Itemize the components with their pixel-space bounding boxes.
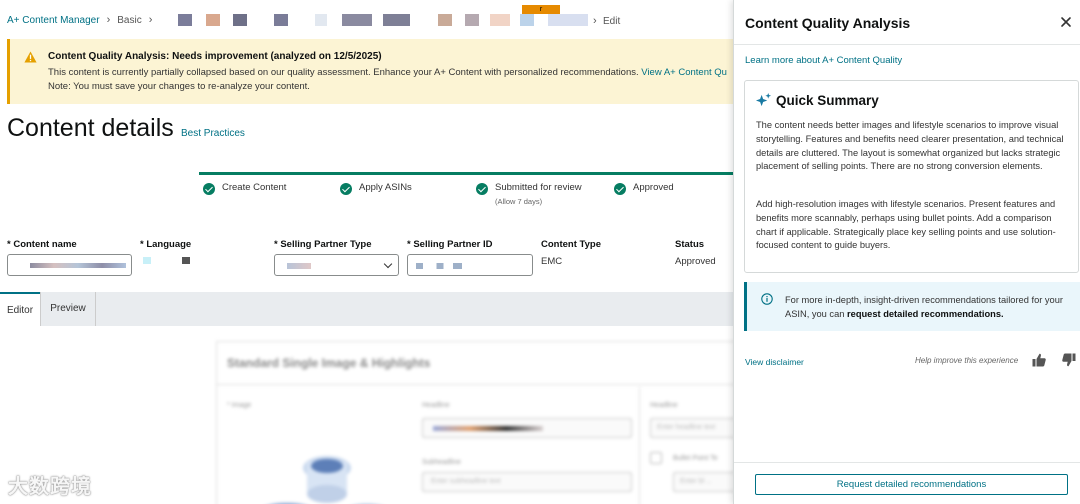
chevron-right-icon: › <box>106 14 111 26</box>
page-title: Content details <box>7 114 174 142</box>
image-label: * Image <box>227 402 252 409</box>
chevron-right-icon: › <box>148 14 153 26</box>
step-text: Submitted for review (Allow 7 days) <box>495 182 582 206</box>
check-circle-icon <box>340 183 352 195</box>
status-label: Status <box>675 239 705 250</box>
headline-input[interactable] <box>422 418 632 438</box>
banner-description: This content is currently partially coll… <box>48 67 639 78</box>
partner-type-select[interactable] <box>274 254 399 276</box>
headline-2-input[interactable]: Enter headline text <box>650 418 740 438</box>
info-text: For more in-depth, insight-driven recomm… <box>785 293 1075 321</box>
info-text-emphasis: request detailed recommendations. <box>847 309 1004 319</box>
content-name-input[interactable] <box>7 254 132 276</box>
view-disclaimer-link[interactable]: View disclaimer <box>745 357 804 367</box>
module-column-divider <box>639 387 640 504</box>
tab-preview[interactable]: Preview <box>40 292 96 326</box>
step-approved: Approved <box>614 182 674 195</box>
best-practices-link[interactable]: Best Practices <box>181 128 245 139</box>
subheadline-input[interactable]: Enter subheadline text <box>422 472 632 492</box>
step-create-content: Create Content <box>203 182 286 195</box>
breadcrumb-root-link[interactable]: A+ Content Manager <box>7 15 100 26</box>
learn-more-link[interactable]: Learn more about A+ Content Quality <box>745 55 902 66</box>
bullet-checkbox[interactable] <box>650 452 662 464</box>
partner-id-label: * Selling Partner ID <box>407 239 493 250</box>
headline-label: Headline <box>422 402 450 409</box>
progress-bar <box>199 172 733 175</box>
quick-summary-card: Quick Summary The content needs better i… <box>744 80 1079 273</box>
help-improve-text: Help improve this experience <box>915 356 1019 365</box>
summary-paragraph-2: Add high-resolution images with lifestyl… <box>756 199 1056 251</box>
close-icon[interactable] <box>1059 15 1073 29</box>
content-name-label: * Content name <box>7 239 77 250</box>
thumbs-down-icon[interactable] <box>1061 352 1077 368</box>
banner-note: Note: You must save your changes to re-a… <box>48 81 310 92</box>
summary-paragraph-1: The content needs better images and life… <box>756 120 1064 172</box>
check-circle-icon <box>476 183 488 195</box>
banner-title: Content Quality Analysis: Needs improvem… <box>48 51 382 62</box>
summary-title: Quick Summary <box>776 93 879 108</box>
step-label: Approved <box>633 182 674 193</box>
content-type-value: EMC <box>541 256 563 267</box>
headline-2-placeholder: Enter headline text <box>657 424 716 431</box>
thumbs-up-icon[interactable] <box>1031 352 1047 368</box>
quality-warning-banner: Content Quality Analysis: Needs improvem… <box>7 39 733 104</box>
step-label: Submitted for review <box>495 182 582 193</box>
partner-type-label: * Selling Partner Type <box>274 239 372 250</box>
breadcrumb-current: Edit <box>603 16 621 27</box>
detailed-recommendations-info: For more in-depth, insight-driven recomm… <box>744 282 1080 331</box>
breadcrumb-tag: r <box>522 5 560 14</box>
partner-id-input[interactable] <box>407 254 533 276</box>
step-apply-asins: Apply ASINs <box>340 182 412 195</box>
step-sublabel: (Allow 7 days) <box>495 197 543 206</box>
headline-2-label: Headline <box>650 402 678 409</box>
warning-icon <box>24 51 37 63</box>
bullet-label: Bullet Point Te <box>673 455 718 462</box>
request-recommendations-button[interactable]: Request detailed recommendations <box>755 474 1068 495</box>
chevron-right-icon: › <box>593 15 597 27</box>
panel-header: Content Quality Analysis <box>734 0 1080 45</box>
subheadline-placeholder: Enter subheadline text <box>431 478 501 485</box>
view-quality-link[interactable]: View A+ Content Qu <box>641 67 727 78</box>
check-circle-icon <box>614 183 626 195</box>
chevron-down-icon <box>383 259 393 269</box>
bullet-placeholder: Enter bl ... <box>680 478 712 485</box>
module-title: Standard Single Image & Highlights <box>227 356 431 370</box>
step-label: Apply ASINs <box>359 182 412 193</box>
tab-editor[interactable]: Editor <box>0 292 40 326</box>
step-label: Create Content <box>222 182 287 193</box>
quality-analysis-panel: Content Quality Analysis Learn more abou… <box>733 0 1080 504</box>
subheadline-label: Subheadline <box>422 459 461 466</box>
language-label: * Language <box>140 239 192 250</box>
step-submitted: Submitted for review (Allow 7 days) <box>476 182 582 206</box>
product-image <box>274 456 351 504</box>
info-icon <box>761 293 773 305</box>
check-circle-icon <box>203 183 215 195</box>
sparkle-icon <box>755 92 772 107</box>
module-divider <box>217 384 737 385</box>
page: A+ Content Manager › Basic › r › Edit Co… <box>0 0 1080 504</box>
editor-tab-bar <box>0 292 733 326</box>
panel-title: Content Quality Analysis <box>745 15 911 31</box>
banner-line-1: This content is currently partially coll… <box>48 67 727 78</box>
status-value: Approved <box>675 256 716 267</box>
panel-footer-divider <box>734 462 1080 463</box>
breadcrumb-type: Basic <box>117 14 142 26</box>
content-module: Standard Single Image & Highlights * Ima… <box>216 341 743 504</box>
content-type-label: Content Type <box>541 239 601 250</box>
watermark: 大数跨境 <box>8 476 92 498</box>
